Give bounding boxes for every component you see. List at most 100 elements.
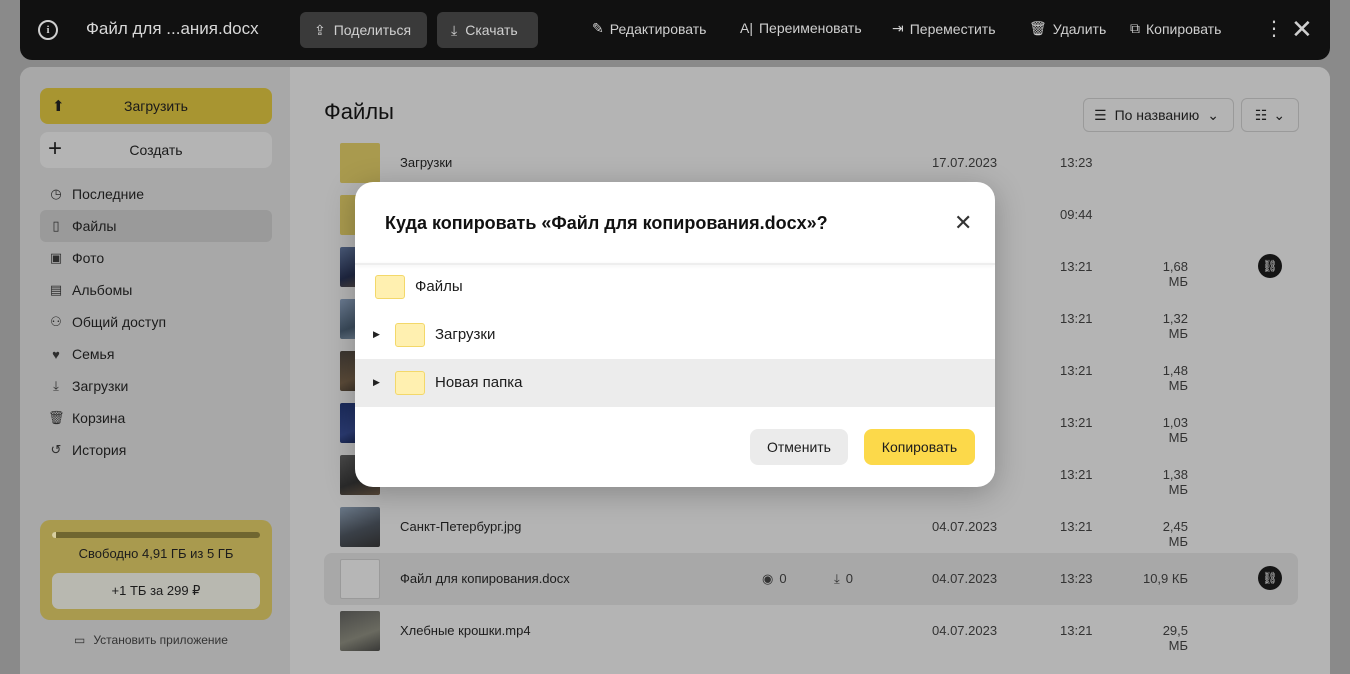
copy-button[interactable]: ⧉ Копировать <box>1130 20 1221 37</box>
sidebar-item-label: Загрузки <box>72 378 129 394</box>
shared-icon: ⚇ <box>50 314 62 329</box>
views-count: ◉ 0 <box>762 571 787 587</box>
folder-icon <box>395 323 425 347</box>
history-icon: ↺ <box>50 442 62 457</box>
link-icon[interactable]: ⛓ <box>1258 566 1282 590</box>
move-label: Переместить <box>909 20 996 37</box>
rename-label: Переименовать <box>758 20 862 36</box>
tree-item-root[interactable]: Файлы <box>355 263 995 311</box>
family-icon: ♥ <box>52 346 60 362</box>
sidebar-item-label: История <box>72 442 127 458</box>
rename-button[interactable]: A| Переименовать <box>740 20 862 36</box>
download-icon: ⤓ <box>53 378 59 393</box>
file-row-selected[interactable]: Файл для копирования.docx ◉ 0 ⤓ 0 04.07.… <box>324 553 1298 605</box>
upload-button[interactable]: ⬆ Загрузить <box>40 88 272 124</box>
file-time: 13:21 <box>1060 415 1093 430</box>
buy-storage-button[interactable]: +1 ТБ за 299 ₽ <box>52 573 260 609</box>
folder-icon <box>340 143 380 183</box>
move-button[interactable]: ⇥ Переместить <box>892 20 996 37</box>
delete-button[interactable]: 🗑︎ Удалить <box>1029 20 1106 37</box>
sidebar-item-shared[interactable]: ⚇ Общий доступ <box>40 306 272 338</box>
edit-button[interactable]: ✎ Редактировать <box>592 20 706 37</box>
info-icon[interactable]: i <box>38 20 58 40</box>
create-button[interactable]: + Создать <box>40 132 272 168</box>
file-size: 1,48 МБ <box>1162 363 1188 393</box>
close-icon[interactable]: ✕ <box>1291 14 1313 44</box>
download-button[interactable]: ⤓ Скачать <box>437 12 538 48</box>
expand-arrow-icon[interactable]: ▶ <box>373 329 380 340</box>
sidebar-item-label: Корзина <box>72 410 126 426</box>
install-app-link[interactable]: ▭ Установить приложение <box>74 633 228 647</box>
clock-icon: ◷ <box>50 186 62 201</box>
copy-dialog: Куда копировать «Файл для копирования.do… <box>355 182 995 487</box>
sidebar-item-downloads[interactable]: ⤓ Загрузки <box>40 370 272 402</box>
file-time: 13:21 <box>1060 467 1093 482</box>
sidebar-nav: ◷ Последние ▯ Файлы ▣ Фото ▤ Альбомы ⚇ О… <box>40 178 272 466</box>
close-icon[interactable]: ✕ <box>954 212 972 234</box>
pencil-icon: ✎ <box>592 20 604 36</box>
sidebar-item-label: Файлы <box>72 218 117 234</box>
file-date: 17.07.2023 <box>932 155 998 170</box>
tree-item-folder[interactable]: ▶ Загрузки <box>355 311 995 359</box>
share-button[interactable]: ⇪ Поделиться <box>300 12 427 48</box>
file-time: 13:21 <box>1060 311 1093 326</box>
create-label: Создать <box>129 142 183 158</box>
file-date: 04.07.2023 <box>932 571 998 586</box>
file-row[interactable]: Хлебные крошки.mp4 04.07.2023 13:21 29,5… <box>324 605 1298 657</box>
photo-icon: ▣ <box>49 250 63 265</box>
more-icon[interactable]: ⋮ <box>1264 14 1284 44</box>
sidebar-item-photo[interactable]: ▣ Фото <box>40 242 272 274</box>
downloads-value: 0 <box>845 571 853 586</box>
file-row[interactable]: Санкт-Петербург.jpg 04.07.2023 13:21 2,4… <box>324 501 1298 553</box>
view-mode-dropdown[interactable]: ☷ ⌄ <box>1241 98 1299 132</box>
download-label: Скачать <box>465 22 518 38</box>
storage-free-text: Свободно 4,91 ГБ из 5 ГБ <box>78 546 234 561</box>
sidebar-item-history[interactable]: ↺ История <box>40 434 272 466</box>
views-value: 0 <box>779 571 787 586</box>
sidebar-item-files[interactable]: ▯ Файлы <box>40 210 272 242</box>
eye-icon: ◉ <box>762 571 774 586</box>
rename-icon: A| <box>740 20 753 36</box>
file-name: Загрузки <box>400 155 453 170</box>
download-icon: ⤓ <box>834 571 840 586</box>
list-view-icon: ☷ <box>1254 106 1268 123</box>
file-name: Файл для копирования.docx <box>400 571 570 586</box>
file-time: 13:21 <box>1060 259 1093 274</box>
folder-icon <box>375 275 405 299</box>
plus-icon: + <box>48 135 63 162</box>
sidebar-item-albums[interactable]: ▤ Альбомы <box>40 274 272 306</box>
trash-icon: 🗑︎ <box>48 410 65 425</box>
copy-icon: ⧉ <box>1130 20 1140 36</box>
file-title: Файл для ...ания.docx <box>86 19 259 38</box>
sidebar-item-family[interactable]: ♥ Семья <box>40 338 272 370</box>
sidebar-item-trash[interactable]: 🗑︎ Корзина <box>40 402 272 434</box>
tree-item-folder[interactable]: ▶ Новая папка <box>355 359 995 407</box>
upload-icon: ⬆ <box>52 98 65 115</box>
file-date: 04.07.2023 <box>932 623 998 638</box>
file-icon: ▯ <box>52 218 60 233</box>
sidebar: ⬆ Загрузить + Создать ◷ Последние ▯ Файл… <box>20 67 290 674</box>
link-icon[interactable]: ⛓ <box>1258 254 1282 278</box>
move-icon: ⇥ <box>892 20 904 36</box>
file-time: 13:21 <box>1060 363 1093 378</box>
video-thumbnail <box>340 611 380 651</box>
cancel-button[interactable]: Отменить <box>750 429 848 465</box>
share-label: Поделиться <box>333 22 412 38</box>
storage-bar <box>52 532 260 538</box>
document-thumbnail <box>340 559 380 599</box>
sort-icon: ☰ <box>1094 106 1107 123</box>
file-time: 13:23 <box>1060 571 1093 586</box>
file-size: 10,9 КБ <box>1142 571 1188 586</box>
album-icon: ▤ <box>49 282 63 297</box>
file-size: 1,38 МБ <box>1162 467 1188 497</box>
expand-arrow-icon[interactable]: ▶ <box>373 377 380 388</box>
confirm-copy-button[interactable]: Копировать <box>864 429 975 465</box>
tree-item-label: Новая папка <box>435 374 523 391</box>
sidebar-item-recent[interactable]: ◷ Последние <box>40 178 272 210</box>
image-thumbnail <box>340 507 380 547</box>
file-date: 04.07.2023 <box>932 519 998 534</box>
dialog-title: Куда копировать «Файл для копирования.do… <box>385 213 828 233</box>
sidebar-item-label: Фото <box>72 250 105 266</box>
file-size: 1,03 МБ <box>1162 415 1188 445</box>
sort-dropdown[interactable]: ☰ По названию ⌄ <box>1083 98 1234 132</box>
